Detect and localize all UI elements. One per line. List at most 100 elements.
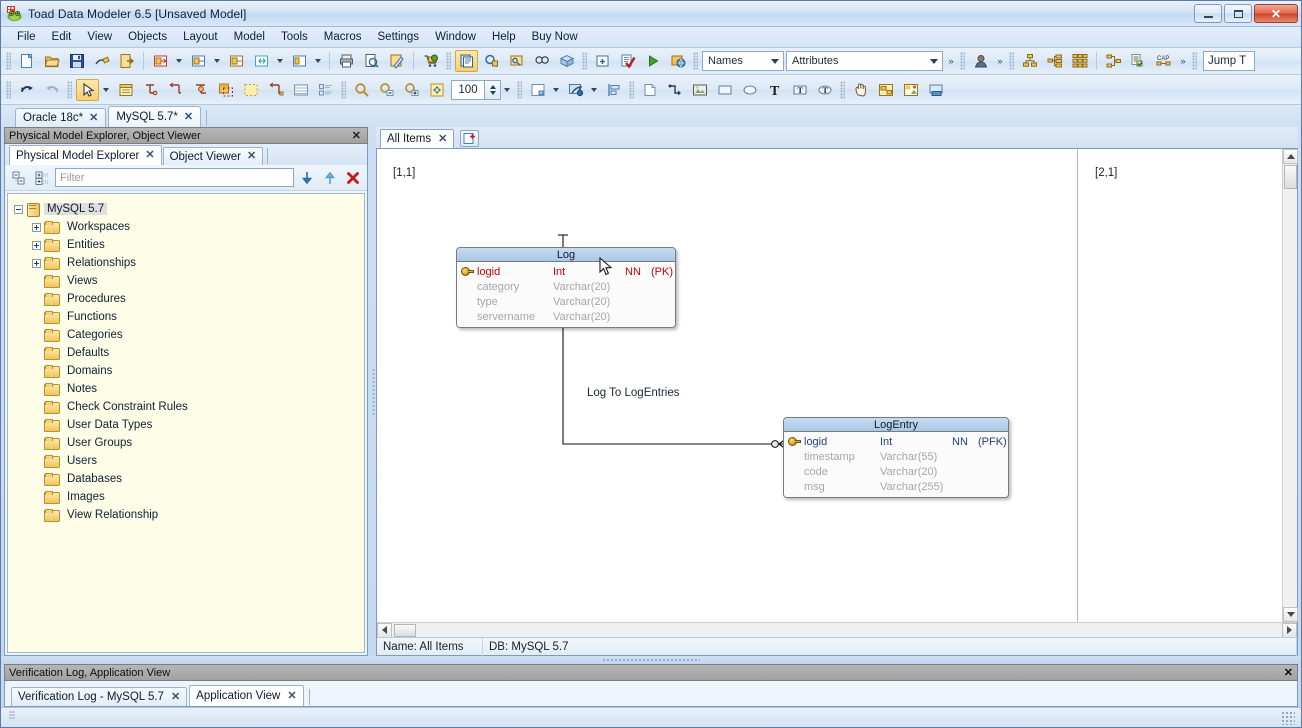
tree-node-notes[interactable]: Notes bbox=[14, 380, 364, 398]
menu-model[interactable]: Model bbox=[226, 29, 273, 45]
tree-node-functions[interactable]: Functions bbox=[14, 308, 364, 326]
print-icon[interactable] bbox=[335, 50, 358, 72]
diagram-canvas[interactable]: [1,1] [2,1] Log To LogEntries Log bbox=[377, 149, 1282, 622]
model-tab-mysql[interactable]: MySQL 5.7* ✕ bbox=[108, 106, 201, 127]
identifying-relationship-icon[interactable] bbox=[189, 79, 212, 101]
note-tool-icon[interactable] bbox=[638, 79, 661, 101]
relationship-layout-icon[interactable] bbox=[1102, 50, 1125, 72]
relationship-one-tool-icon[interactable] bbox=[139, 79, 162, 101]
expander-icon[interactable] bbox=[32, 241, 41, 250]
alter-script-dropdown[interactable] bbox=[312, 50, 323, 72]
close-icon[interactable]: ✕ bbox=[145, 150, 154, 161]
chevron-down-icon[interactable] bbox=[926, 52, 942, 70]
attribute-row[interactable]: logid Int NN (PK) bbox=[457, 264, 675, 279]
menu-buy-now[interactable]: Buy Now bbox=[524, 29, 586, 45]
relationship-many-tool-icon[interactable] bbox=[164, 79, 187, 101]
toolbar-overflow-icon[interactable]: » bbox=[944, 50, 957, 72]
label-tool-icon[interactable]: T bbox=[788, 79, 811, 101]
workspace-icon[interactable] bbox=[874, 79, 897, 101]
model-compare-icon[interactable] bbox=[250, 50, 273, 72]
open-model-icon[interactable] bbox=[40, 50, 63, 72]
collapse-all-icon[interactable] bbox=[9, 168, 29, 188]
inheritance-tool-icon[interactable] bbox=[264, 79, 287, 101]
tree-node-entities[interactable]: Entities bbox=[14, 236, 364, 254]
entity-log[interactable]: Log logid Int NN (PK) bbox=[456, 247, 676, 328]
tree-node-images[interactable]: Images bbox=[14, 488, 364, 506]
tree-node-root[interactable]: MySQL 5.7 bbox=[14, 200, 364, 218]
scroll-up-button[interactable] bbox=[1283, 149, 1298, 164]
expander-icon[interactable] bbox=[32, 223, 41, 232]
generate-sql-dropdown[interactable] bbox=[211, 50, 222, 72]
attribute-row[interactable]: msg Varchar(255) bbox=[784, 479, 1008, 494]
entity-logentry[interactable]: LogEntry logid Int NN (PFK) bbox=[783, 417, 1009, 498]
menu-objects[interactable]: Objects bbox=[120, 29, 175, 45]
menu-macros[interactable]: Macros bbox=[316, 29, 370, 45]
filter-input[interactable]: Filter bbox=[55, 168, 294, 187]
run-script-icon[interactable] bbox=[641, 50, 664, 72]
align-icon[interactable] bbox=[602, 79, 625, 101]
generate-sql-icon[interactable] bbox=[187, 50, 210, 72]
move-up-icon[interactable] bbox=[320, 168, 340, 188]
clear-filter-icon[interactable] bbox=[343, 168, 363, 188]
object-viewer-icon[interactable] bbox=[455, 50, 478, 72]
print-preview-icon[interactable] bbox=[360, 50, 383, 72]
toolbar-grip[interactable] bbox=[67, 81, 72, 99]
expand-all-icon[interactable] bbox=[32, 168, 52, 188]
tree-node-categories[interactable]: Categories bbox=[14, 326, 364, 344]
canvas-horizontal-scrollbar[interactable] bbox=[377, 622, 1297, 637]
zoom-tool-icon[interactable] bbox=[350, 79, 373, 101]
tree-layout-icon[interactable] bbox=[1043, 50, 1066, 72]
menu-file[interactable]: File bbox=[9, 29, 44, 45]
alter-script-icon[interactable] bbox=[288, 50, 311, 72]
reverse-engineering-icon[interactable] bbox=[149, 50, 172, 72]
new-model-icon[interactable] bbox=[15, 50, 38, 72]
pan-hand-icon[interactable] bbox=[849, 79, 872, 101]
tree-node-workspaces[interactable]: Workspaces bbox=[14, 218, 364, 236]
print-layout-icon[interactable] bbox=[924, 79, 947, 101]
reverse-engineering-dropdown[interactable] bbox=[173, 50, 184, 72]
scroll-track[interactable] bbox=[1283, 190, 1297, 607]
publish-model-icon[interactable] bbox=[666, 50, 689, 72]
model-compare-dropdown[interactable] bbox=[274, 50, 285, 72]
attribute-row[interactable]: type Varchar(20) bbox=[457, 294, 675, 309]
toolbar-grip[interactable] bbox=[1009, 52, 1014, 70]
attribute-mode-combo[interactable]: Attributes bbox=[786, 51, 943, 71]
entity-tool-icon[interactable] bbox=[114, 79, 137, 101]
resize-grip-icon[interactable] bbox=[1281, 711, 1295, 725]
menu-edit[interactable]: Edit bbox=[44, 29, 80, 45]
tree-node-users[interactable]: Users bbox=[14, 452, 364, 470]
move-down-icon[interactable] bbox=[297, 168, 317, 188]
menu-view[interactable]: View bbox=[79, 29, 120, 45]
toolbar-overflow-icon[interactable]: » bbox=[993, 50, 1006, 72]
tab-verification-log[interactable]: Verification Log - MySQL 5.7 ✕ bbox=[11, 687, 187, 706]
zoom-preset-dropdown[interactable] bbox=[501, 79, 512, 101]
color-theme-dropdown[interactable] bbox=[588, 79, 599, 101]
rectangle-tool-icon[interactable] bbox=[713, 79, 736, 101]
minimize-button[interactable] bbox=[1194, 4, 1222, 23]
toolbar-grip[interactable] bbox=[582, 52, 587, 70]
ellipse-tool-icon[interactable] bbox=[738, 79, 761, 101]
save-model-icon[interactable] bbox=[65, 50, 88, 72]
view-tool-icon[interactable] bbox=[214, 79, 237, 101]
attribute-row[interactable]: logid Int NN (PFK) bbox=[784, 434, 1008, 449]
tree-node-views[interactable]: Views bbox=[14, 272, 364, 290]
find-object-icon[interactable] bbox=[480, 50, 503, 72]
text-tool-icon[interactable]: T bbox=[763, 79, 786, 101]
verify-model-icon[interactable] bbox=[616, 50, 639, 72]
scroll-left-button[interactable] bbox=[377, 623, 392, 638]
caption-mode-combo[interactable]: Names bbox=[702, 51, 784, 71]
tree-node-view-relationship[interactable]: View Relationship bbox=[14, 506, 364, 524]
tab-all-items[interactable]: All Items ✕ bbox=[380, 129, 454, 148]
tree-node-defaults[interactable]: Defaults bbox=[14, 344, 364, 362]
menu-settings[interactable]: Settings bbox=[370, 29, 428, 45]
search-model-icon[interactable] bbox=[530, 50, 553, 72]
buy-now-cart-icon[interactable] bbox=[419, 50, 442, 72]
callout-tool-icon[interactable]: T bbox=[813, 79, 836, 101]
toolbar-grip[interactable] bbox=[517, 81, 522, 99]
scroll-down-button[interactable] bbox=[1283, 607, 1298, 622]
close-icon[interactable]: ✕ bbox=[1284, 666, 1293, 679]
undo-icon[interactable] bbox=[15, 79, 38, 101]
model-tree[interactable]: MySQL 5.7WorkspacesEntitiesRelationships… bbox=[7, 193, 365, 653]
close-icon[interactable]: ✕ bbox=[171, 692, 180, 703]
redo-icon[interactable] bbox=[40, 79, 63, 101]
